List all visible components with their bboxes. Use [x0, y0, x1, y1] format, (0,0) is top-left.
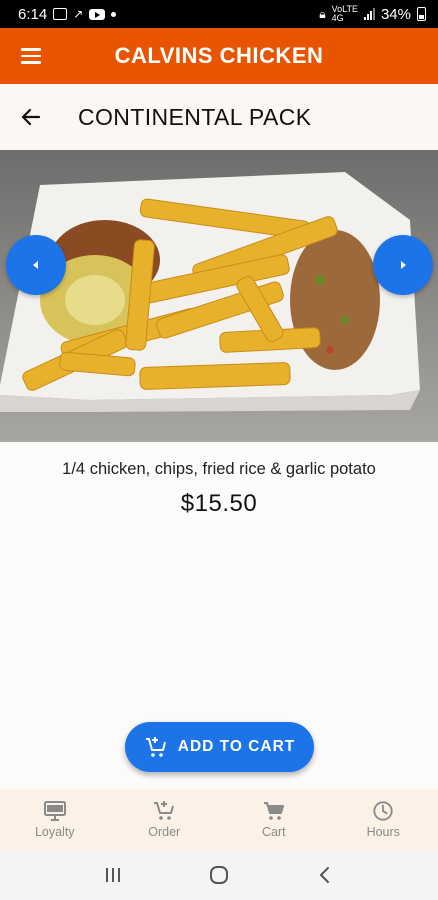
chevron-right-icon [401, 261, 406, 269]
youtube-icon [89, 8, 106, 20]
recent-apps-icon [106, 868, 120, 882]
menu-button[interactable] [0, 28, 62, 84]
status-left: 6:14 ↗ [18, 5, 117, 23]
nav-label-order: Order [148, 825, 181, 839]
page-header: CONTINENTAL PACK [0, 84, 438, 150]
menu-icon-line [21, 61, 41, 64]
back-button[interactable] [0, 84, 62, 150]
nav-label-cart: Cart [261, 825, 286, 839]
product-price: $15.50 [180, 490, 258, 517]
notification-dot-icon [111, 11, 117, 17]
recent-apps-button[interactable] [93, 855, 133, 895]
network-type: VoLTE 4G [332, 5, 358, 23]
bottom-nav: Loyalty Order Cart Hours [0, 789, 438, 850]
status-bar: 6:14 ↗ 🔒︎ VoLTE 4G 34% [0, 0, 438, 28]
status-time: 6:14 [18, 5, 48, 23]
food-photo [0, 150, 438, 442]
app-title: CALVINS CHICKEN [114, 43, 324, 68]
nav-item-loyalty[interactable]: Loyalty [0, 789, 110, 850]
add-cart-icon [145, 737, 166, 757]
4g-label: 4G [331, 13, 344, 23]
nav-item-cart[interactable]: Cart [219, 789, 329, 850]
monitor-icon [43, 801, 66, 821]
battery-percent: 34% [380, 5, 411, 23]
app-bar: CALVINS CHICKEN [0, 28, 438, 84]
carousel-prev-button[interactable] [6, 235, 66, 295]
cart-icon [263, 802, 284, 820]
add-to-cart-button[interactable]: ADD TO CART [125, 722, 314, 772]
gallery-icon [53, 8, 68, 20]
menu-icon-line [21, 48, 41, 51]
home-button[interactable] [199, 855, 239, 895]
system-nav-bar [0, 850, 438, 900]
home-icon [210, 866, 228, 884]
status-right: 🔒︎ VoLTE 4G 34% [319, 5, 426, 23]
nav-label-hours: Hours [366, 825, 400, 839]
signal-icon [363, 8, 375, 20]
add-cart-icon [154, 801, 175, 820]
nav-label-loyalty: Loyalty [34, 825, 75, 839]
missed-call-icon: ↗ [73, 7, 84, 21]
chevron-left-icon [33, 261, 38, 269]
product-image [0, 150, 438, 442]
arrow-left-icon [21, 108, 41, 126]
system-back-button[interactable] [305, 855, 345, 895]
carousel-next-button[interactable] [373, 235, 433, 295]
add-to-cart-label: ADD TO CART [177, 738, 296, 755]
lock-icon: 🔒︎ [319, 6, 326, 21]
nav-item-order[interactable]: Order [110, 789, 220, 850]
nav-item-hours[interactable]: Hours [329, 789, 438, 850]
chevron-left-icon [320, 867, 329, 883]
battery-icon [417, 7, 426, 21]
clock-icon [373, 801, 393, 821]
menu-icon-line [21, 54, 41, 58]
page-title: CONTINENTAL PACK [78, 103, 312, 130]
product-description: 1/4 chicken, chips, fried rice & garlic … [62, 460, 376, 478]
